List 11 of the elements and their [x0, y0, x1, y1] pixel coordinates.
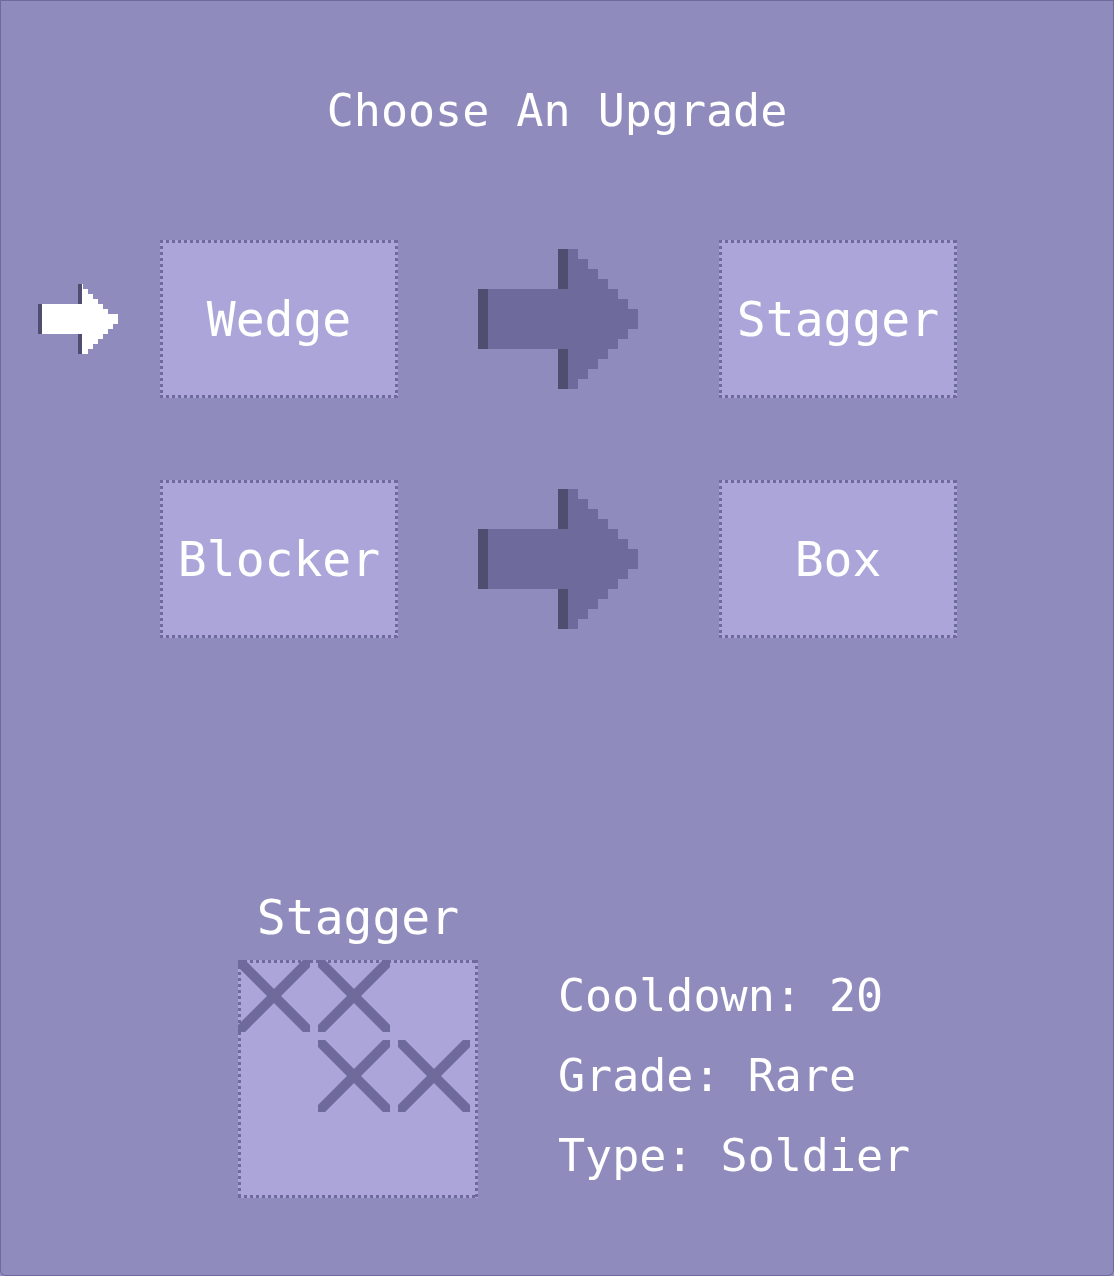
result-card: Box [719, 480, 957, 638]
option-card[interactable]: Wedge [160, 240, 398, 398]
stat-text: Grade: Rare [558, 1048, 857, 1104]
stat-text: Cooldown: 20 [558, 968, 885, 1024]
preview-title: Stagger [256, 892, 460, 942]
arrow-icon [478, 489, 638, 629]
result-card: Stagger [719, 240, 957, 398]
arrow-icon [478, 249, 638, 389]
option-card[interactable]: Blocker [160, 480, 398, 638]
menu-title: Choose An Upgrade [326, 83, 788, 139]
stat-text: Type: Soldier [558, 1128, 911, 1184]
